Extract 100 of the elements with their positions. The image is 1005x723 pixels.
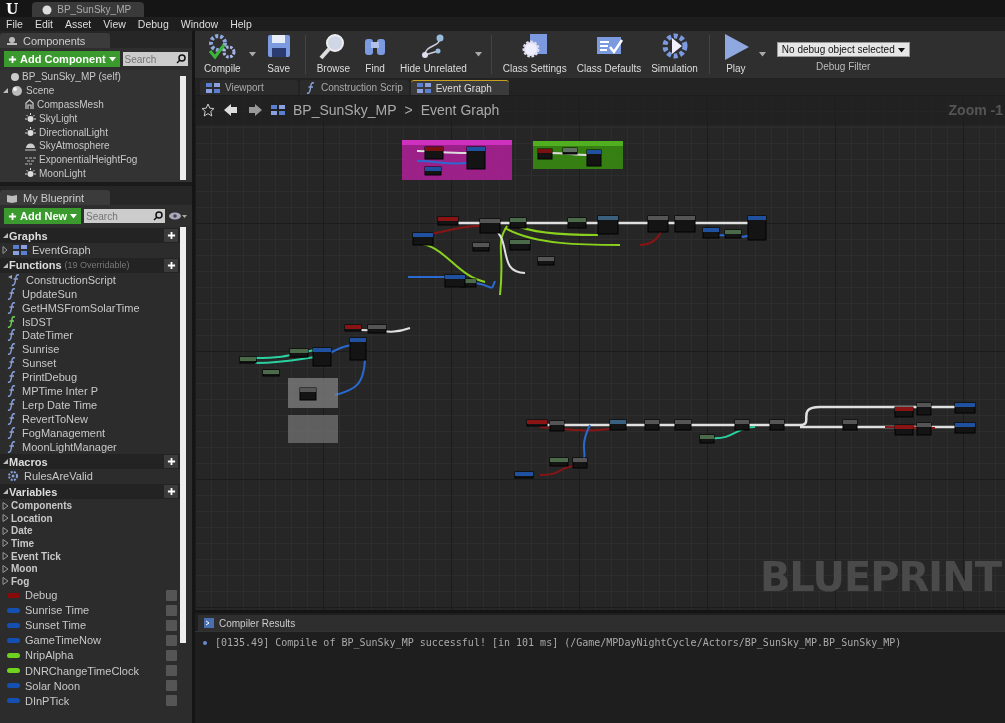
toolbar-button[interactable]: Class Settings (497, 31, 572, 78)
menu-item[interactable]: Help (230, 18, 252, 30)
expanded-arrow-icon[interactable] (2, 488, 9, 496)
add-button[interactable] (164, 455, 178, 469)
function-item[interactable]: MoonLightManager (22, 440, 117, 453)
add-new-button[interactable]: Add New (4, 208, 82, 224)
variable-item[interactable]: Sunset Time (25, 619, 87, 632)
component-item[interactable]: CompassMesh (37, 99, 104, 110)
macro-item[interactable]: RulesAreValid (24, 470, 93, 483)
variable-category[interactable]: Date (11, 525, 33, 537)
variable-item[interactable]: GameTimeNow (25, 634, 101, 647)
collapsed-arrow-icon[interactable] (2, 526, 9, 535)
menu-item[interactable]: Edit (34, 18, 53, 30)
add-button[interactable] (164, 229, 178, 242)
editor-tab[interactable]: Construction Scrip (300, 80, 409, 95)
dropdown-button[interactable] (474, 51, 482, 58)
dropdown-button[interactable] (758, 51, 766, 58)
collapsed-arrow-icon[interactable] (2, 245, 8, 254)
toolbar-button[interactable]: Simulation (646, 31, 703, 78)
star-icon[interactable] (201, 103, 215, 117)
function-item[interactable]: GetHMSFromSolarTime (22, 301, 140, 314)
function-item[interactable]: FogManagement (22, 426, 106, 439)
toolbar-button[interactable]: Play (715, 31, 756, 78)
panel-tab[interactable]: My Blueprint (0, 190, 110, 205)
menu-item[interactable]: Debug (137, 18, 169, 30)
visibility-toggle[interactable] (166, 695, 177, 707)
toolbar-button[interactable]: Class Defaults (571, 31, 647, 78)
back-arrow-icon[interactable] (223, 103, 239, 117)
function-item[interactable]: Lerp Date Time (22, 398, 98, 411)
function-item[interactable]: IsDST (22, 315, 53, 328)
dropdown-button[interactable] (248, 51, 256, 58)
variable-category[interactable]: Event Tick (11, 550, 61, 562)
toolbar-button[interactable]: Browse (311, 31, 356, 78)
add-button[interactable] (164, 258, 178, 272)
expanded-arrow-icon[interactable] (2, 232, 9, 239)
component-item[interactable]: DirectionalLight (39, 126, 108, 138)
variable-item[interactable]: DInPTick (25, 694, 70, 707)
component-item[interactable]: ExponentialHeightFog (39, 154, 138, 166)
menu-item[interactable]: Window (180, 18, 219, 30)
variable-category[interactable]: Moon (11, 563, 38, 575)
variable-item[interactable]: DNRChangeTimeClock (25, 664, 139, 677)
section-header[interactable]: Graphs (9, 229, 48, 242)
search-field[interactable]: Search (84, 209, 151, 223)
visibility-toggle[interactable] (166, 680, 177, 692)
collapsed-arrow-icon[interactable] (2, 564, 9, 573)
visibility-toggle[interactable] (166, 589, 177, 601)
menu-item[interactable]: File (6, 18, 23, 30)
expanded-arrow-icon[interactable] (2, 458, 9, 466)
collapsed-arrow-icon[interactable] (2, 539, 9, 548)
forward-arrow-icon[interactable] (247, 103, 263, 117)
collapsed-arrow-icon[interactable] (2, 501, 9, 510)
add-button[interactable] (164, 485, 178, 499)
function-item[interactable]: RevertToNew (22, 412, 89, 425)
node-network-drawing[interactable] (407, 215, 767, 296)
add-component-button[interactable]: Add Component (4, 51, 120, 67)
panel-tab[interactable]: Components (0, 33, 110, 48)
collapsed-arrow-icon[interactable] (2, 552, 9, 561)
visibility-toggle[interactable] (166, 665, 177, 677)
collapsed-arrow-icon[interactable] (2, 514, 9, 523)
collapsed-arrow-icon[interactable] (2, 577, 9, 586)
variable-category[interactable]: Location (11, 512, 53, 524)
node-network-drawing[interactable] (514, 402, 976, 479)
variable-item[interactable]: Solar Noon (25, 679, 81, 692)
expanded-arrow-icon[interactable] (2, 261, 9, 269)
variable-item[interactable]: NripAlpha (25, 649, 74, 662)
node-network-drawing[interactable] (239, 324, 411, 443)
debug-filter-dropdown[interactable]: No debug object selected (776, 42, 910, 57)
editor-tab[interactable]: Viewport (200, 80, 298, 95)
component-item[interactable]: MoonLight (39, 167, 86, 179)
menu-item[interactable]: View (103, 18, 126, 30)
search-field[interactable]: Search (122, 52, 174, 66)
component-item[interactable]: BP_SunSky_MP (self) (22, 71, 121, 83)
toolbar-button[interactable]: Find (355, 31, 396, 78)
variable-category[interactable]: Time (11, 537, 35, 549)
visibility-toggle[interactable] (166, 634, 177, 646)
panel-tab[interactable]: Compiler Results (198, 615, 1005, 631)
function-item[interactable]: Sunset (22, 357, 57, 370)
graph-item[interactable]: EventGraph (32, 243, 91, 256)
component-item[interactable]: Scene (26, 85, 55, 97)
toolbar-button[interactable]: Compile (199, 31, 246, 78)
component-item[interactable]: SkyLight (39, 112, 78, 124)
function-item[interactable]: DateTimer (22, 329, 73, 342)
function-item[interactable]: ConstructionScript (26, 273, 116, 286)
breadcrumb-link[interactable]: BP_SunSky_MP (293, 102, 397, 118)
menu-item[interactable]: Asset (65, 18, 92, 30)
function-item[interactable]: Sunrise (22, 343, 60, 356)
variable-category[interactable]: Components (11, 500, 73, 512)
toolbar-button[interactable]: Save (258, 31, 299, 78)
variable-item[interactable]: Debug (25, 589, 58, 602)
section-header[interactable]: Functions (9, 259, 62, 272)
component-item[interactable]: SkyAtmosphere (39, 140, 110, 152)
variable-category[interactable]: Fog (11, 575, 30, 587)
eye-icon[interactable] (168, 211, 188, 221)
document-tab[interactable]: BP_SunSky_MP (32, 2, 145, 17)
editor-tab[interactable]: Event Graph (410, 80, 509, 95)
expanded-arrow-icon[interactable] (2, 87, 9, 95)
visibility-toggle[interactable] (166, 649, 177, 661)
function-item[interactable]: PrintDebug (22, 371, 78, 384)
function-item[interactable]: UpdateSun (22, 287, 78, 300)
visibility-toggle[interactable] (166, 619, 177, 631)
